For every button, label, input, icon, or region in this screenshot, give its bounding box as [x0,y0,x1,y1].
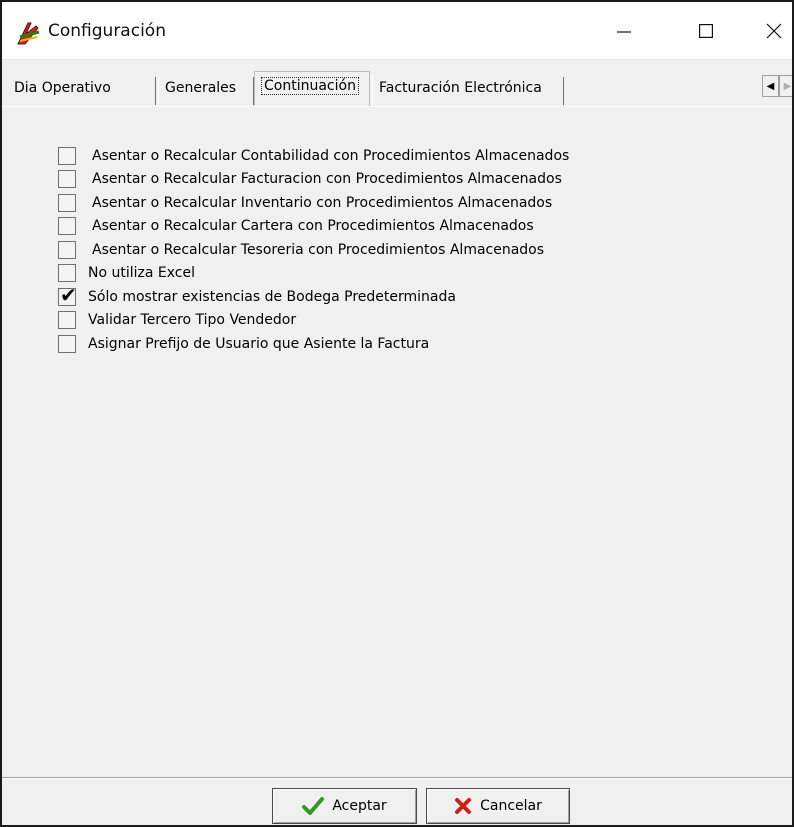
option-tesoreria[interactable]: Asentar o Recalcular Tesoreria con Proce… [58,238,758,262]
tab-dia-operativo[interactable]: Dia Operativo [8,75,156,105]
checkbox-inventario[interactable] [58,193,76,212]
option-facturacion[interactable]: Asentar o Recalcular Facturacion con Pro… [58,168,758,192]
option-cartera[interactable]: Asentar o Recalcular Cartera con Procedi… [58,215,758,239]
maximize-button[interactable] [682,2,730,60]
option-prefijo-usuario[interactable]: Asignar Prefijo de Usuario que Asiente l… [58,332,758,356]
minimize-icon [617,31,631,33]
tab-continuacion-label: Continuación [261,77,359,95]
tab-generales[interactable]: Generales [158,75,254,105]
cross-icon [454,797,472,815]
checkbox-no-excel[interactable] [58,264,76,283]
options-panel: Asentar o Recalcular Contabilidad con Pr… [58,144,758,356]
option-label: Asignar Prefijo de Usuario que Asiente l… [88,335,430,352]
checkbox-prefijo-usuario[interactable] [58,334,76,353]
option-contabilidad[interactable]: Asentar o Recalcular Contabilidad con Pr… [58,144,758,168]
option-label: Asentar o Recalcular Cartera con Procedi… [92,218,534,235]
cancel-button[interactable]: Cancelar [426,788,570,824]
title-bar[interactable]: Configuración [2,2,792,60]
checkbox-cartera[interactable] [58,217,76,236]
arrow-right-icon: ▶ [783,80,792,92]
checkmark-icon [302,796,325,816]
checkbox-validar-vendedor[interactable] [58,311,76,330]
option-validar-vendedor[interactable]: Validar Tercero Tipo Vendedor [58,309,758,333]
checkmark-icon: ✔ [60,282,77,307]
footer-divider [2,777,792,779]
tab-facturacion-electronica[interactable]: Facturación Electrónica [372,75,564,105]
checkbox-tesoreria[interactable] [58,240,76,259]
checkbox-facturacion[interactable] [58,170,76,189]
option-label: Asentar o Recalcular Inventario con Proc… [92,194,553,211]
option-label: No utiliza Excel [88,265,195,282]
option-label: Validar Tercero Tipo Vendedor [88,312,297,329]
tab-scroll-arrows: ◀ ▶ [762,75,792,97]
checkbox-contabilidad[interactable] [58,146,76,165]
option-label: Asentar o Recalcular Tesoreria con Proce… [92,241,545,258]
config-window: Configuración Dia Operativo Generales Co… [0,0,794,827]
window-title: Configuración [48,21,166,41]
accept-button-label: Aceptar [332,798,387,814]
close-button[interactable] [750,2,792,60]
option-inventario[interactable]: Asentar o Recalcular Inventario con Proc… [58,191,758,215]
option-label: Asentar o Recalcular Contabilidad con Pr… [92,147,570,164]
tab-strip: Dia Operativo Generales Continuación Fac… [2,60,792,107]
arrow-left-icon: ◀ [766,80,775,92]
tab-scroll-left-button[interactable]: ◀ [762,75,779,97]
app-logo-icon [16,20,42,46]
option-label: Asentar o Recalcular Facturacion con Pro… [92,171,562,188]
minimize-button[interactable] [600,2,648,60]
tab-continuacion[interactable]: Continuación [254,71,370,107]
close-icon [766,23,782,39]
accept-button[interactable]: Aceptar [272,788,417,824]
tab-panel-border [2,106,792,107]
maximize-icon [699,24,713,38]
option-label: Sólo mostrar existencias de Bodega Prede… [88,288,456,305]
checkbox-bodega-predeterminada[interactable]: ✔ [58,282,77,307]
option-no-excel[interactable]: No utiliza Excel [58,262,758,286]
cancel-button-label: Cancelar [480,798,542,814]
tab-scroll-right-button[interactable]: ▶ [779,75,792,97]
option-bodega-predeterminada[interactable]: ✔ Sólo mostrar existencias de Bodega Pre… [58,285,758,309]
